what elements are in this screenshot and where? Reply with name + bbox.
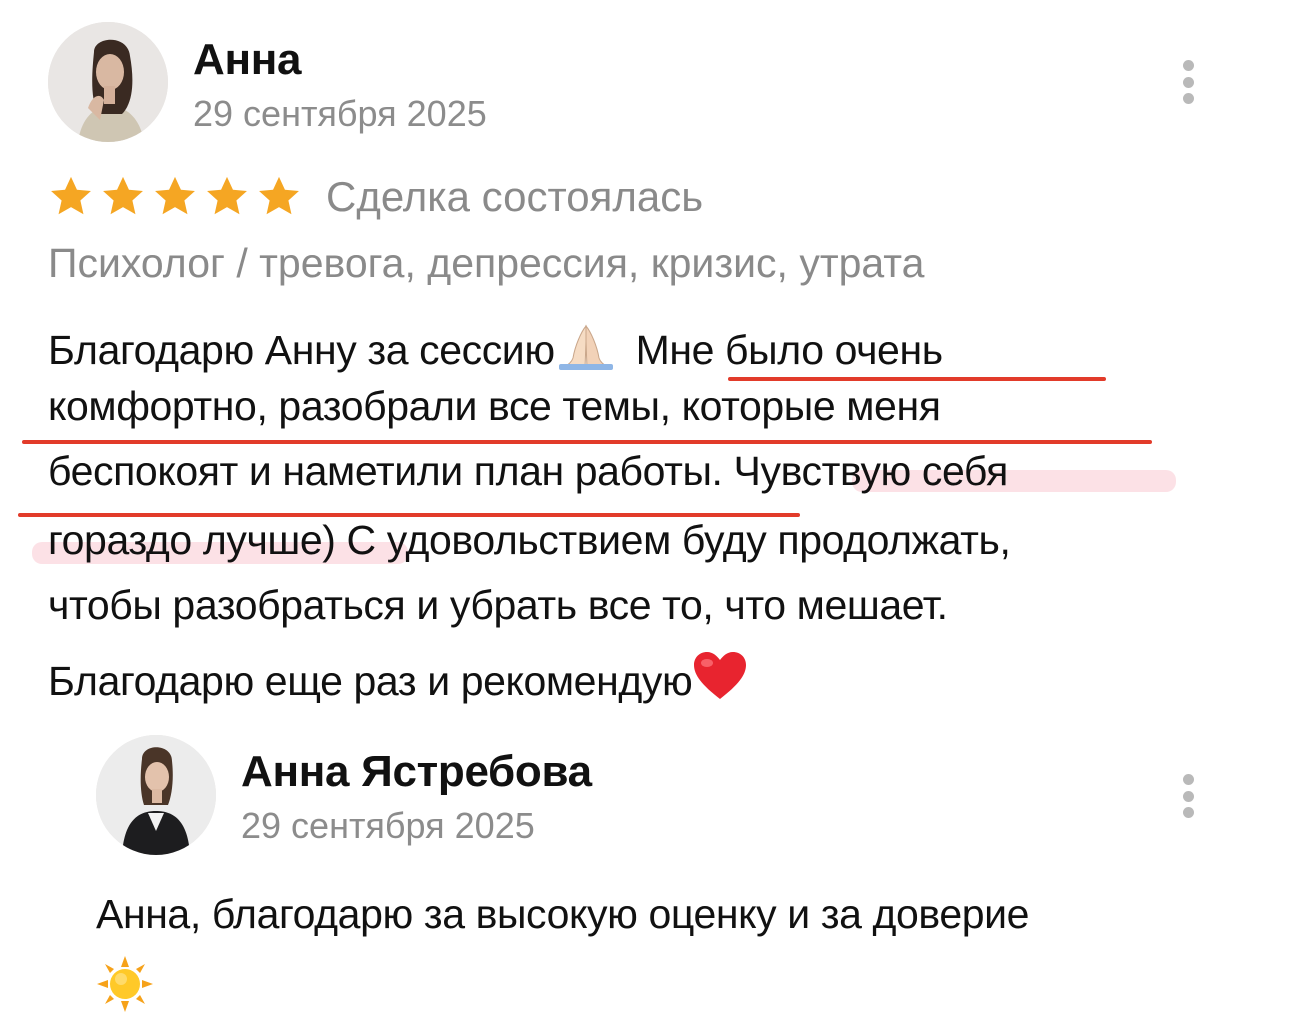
annotation-underline xyxy=(728,377,1106,381)
kebab-dot xyxy=(1182,93,1194,104)
kebab-dot xyxy=(1182,60,1194,71)
review-text-line-4: гораздо лучше) С удовольствием буду прод… xyxy=(48,517,1011,563)
sun-emoji-icon xyxy=(96,955,154,1013)
review-more-options-icon[interactable] xyxy=(1173,52,1203,112)
kebab-dot xyxy=(1182,790,1194,802)
review-text-line-6: Благодарю еще раз и рекомендую xyxy=(48,651,748,708)
reply-date: 29 сентября 2025 xyxy=(241,805,535,846)
reply-text: Анна, благодарю за высокую оценку и за д… xyxy=(96,891,1030,937)
review-text-line-3: беспокоят и наметили план работы. Чувств… xyxy=(48,448,1008,494)
review-text: Благодарю еще раз и рекомендую xyxy=(48,658,693,704)
reviewer-name: Анна xyxy=(193,35,302,84)
kebab-dot xyxy=(1182,76,1194,88)
replier-name: Анна Ястребова xyxy=(241,747,592,796)
pray-emoji-icon xyxy=(555,322,617,377)
star-icon xyxy=(51,176,91,215)
annotation-underline xyxy=(22,440,1152,444)
review-text-line-2: комфортно, разобрали все темы, которые м… xyxy=(48,383,941,429)
star-icon xyxy=(155,176,195,215)
reviewer-avatar[interactable] xyxy=(48,22,168,142)
kebab-dot xyxy=(1182,807,1194,818)
reply-more-options-icon[interactable] xyxy=(1173,766,1203,826)
rating-row: Сделка состоялась xyxy=(48,172,703,222)
star-icon xyxy=(207,176,247,215)
replier-avatar[interactable] xyxy=(96,735,216,855)
star-icon xyxy=(259,176,299,215)
review-card: Анна 29 сентября 2025 Сделка состоялась … xyxy=(0,0,1290,1030)
review-text: Благодарю Анну за сессию xyxy=(48,327,555,373)
review-date: 29 сентября 2025 xyxy=(193,93,487,134)
review-text: Мне было очень xyxy=(635,327,943,373)
replier-photo xyxy=(96,735,216,855)
heart-emoji-icon xyxy=(692,651,748,708)
review-text-line-5: чтобы разобраться и убрать все то, что м… xyxy=(48,582,948,628)
star-icon xyxy=(103,176,143,215)
review-text-line-1: Благодарю Анну за сессию Мне было очень xyxy=(48,322,943,377)
service-category: Психолог / тревога, депрессия, кризис, у… xyxy=(48,240,925,286)
kebab-dot xyxy=(1182,774,1194,785)
reviewer-photo xyxy=(48,22,168,142)
deal-status: Сделка состоялась xyxy=(326,173,704,220)
rating-stars xyxy=(48,174,302,220)
